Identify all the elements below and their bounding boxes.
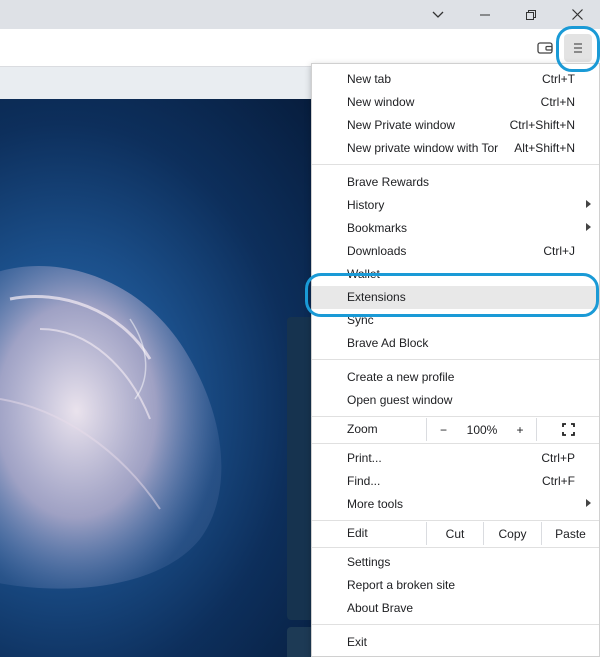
minimize-button[interactable] [462,0,508,29]
menu-item-label: Exit [347,635,368,649]
menu-separator [312,520,599,521]
highlight-ring-extensions [305,273,599,317]
highlight-ring-menu-button [556,26,600,72]
menu-row-zoom: Zoom − 100% + [312,418,599,441]
zoom-out-button[interactable]: − [426,418,460,441]
submenu-arrow-icon [586,200,591,208]
menu-item-more-tools[interactable]: More tools [312,493,599,516]
copy-button[interactable]: Copy [483,522,541,545]
tab-search-button[interactable] [415,0,461,29]
menu-item-guest-window[interactable]: Open guest window [312,389,599,412]
title-bar [0,0,600,29]
shortcut-label: Ctrl+P [541,451,575,465]
menu-item-settings[interactable]: Settings [312,551,599,574]
menu-item-about-brave[interactable]: About Brave [312,597,599,620]
menu-item-label: Report a broken site [347,578,456,592]
restore-button[interactable] [508,0,554,29]
menu-item-exit[interactable]: Exit [312,631,599,654]
menu-item-label: New private window with Tor [347,141,499,155]
shortcut-label: Ctrl+N [540,95,575,109]
jellyfish-background-image [0,99,312,657]
menu-item-new-tor-window[interactable]: New private window with Tor Alt+Shift+N [312,137,599,160]
menu-item-find[interactable]: Find... Ctrl+F [312,470,599,493]
menu-item-label: New tab [347,72,392,86]
app-menu: New tab Ctrl+T New window Ctrl+N New Pri… [311,63,600,657]
wallet-button[interactable] [531,34,559,62]
minimize-icon [480,14,490,15]
fullscreen-button[interactable] [536,418,599,441]
menu-item-label: New Private window [347,118,456,132]
menu-item-label: About Brave [347,601,414,615]
cut-button[interactable]: Cut [426,522,483,545]
menu-item-brave-rewards[interactable]: Brave Rewards [312,171,599,194]
shortcut-label: Ctrl+J [543,244,575,258]
fullscreen-icon [561,423,575,436]
zoom-in-button[interactable]: + [504,418,536,441]
menu-item-bookmarks[interactable]: Bookmarks [312,217,599,240]
menu-item-create-profile[interactable]: Create a new profile [312,366,599,389]
zoom-label: Zoom [347,422,378,436]
menu-item-new-window[interactable]: New window Ctrl+N [312,91,599,114]
shortcut-label: Alt+Shift+N [510,141,575,155]
menu-item-history[interactable]: History [312,194,599,217]
menu-separator [312,443,599,444]
menu-item-label: New window [347,95,415,109]
menu-item-label: Bookmarks [347,221,408,235]
menu-item-brave-ad-block[interactable]: Brave Ad Block [312,332,599,355]
browser-toolbar [0,29,600,67]
submenu-arrow-icon [586,223,591,231]
menu-item-label: Brave Ad Block [347,336,429,350]
shortcut-label: Ctrl+T [542,72,575,86]
chevron-down-icon [432,11,444,18]
close-icon [571,9,583,20]
zoom-level-value: 100% [466,422,498,437]
menu-item-new-tab[interactable]: New tab Ctrl+T [312,68,599,91]
menu-item-label: History [347,198,385,212]
menu-item-label: Print... [347,451,382,465]
edit-label: Edit [347,526,368,540]
menu-item-label: Settings [347,555,391,569]
menu-item-label: Find... [347,474,381,488]
paste-button[interactable]: Paste [541,522,599,545]
restore-icon [526,9,536,20]
menu-separator [312,547,599,548]
menu-item-report-broken-site[interactable]: Report a broken site [312,574,599,597]
menu-separator [312,416,599,417]
menu-item-new-private-window[interactable]: New Private window Ctrl+Shift+N [312,114,599,137]
shortcut-label: Ctrl+Shift+N [509,118,575,132]
menu-separator [312,359,599,360]
menu-item-label: Open guest window [347,393,453,407]
menu-separator [312,624,599,625]
menu-item-downloads[interactable]: Downloads Ctrl+J [312,240,599,263]
menu-item-label: Brave Rewards [347,175,430,189]
close-button[interactable] [554,0,600,29]
wallet-icon [537,42,553,54]
menu-item-print[interactable]: Print... Ctrl+P [312,447,599,470]
menu-item-label: Create a new profile [347,370,455,384]
menu-item-label: Downloads [347,244,407,258]
shortcut-label: Ctrl+F [542,474,575,488]
menu-separator [312,164,599,165]
menu-item-label: More tools [347,497,404,511]
menu-row-edit: Edit Cut Copy Paste [312,522,599,545]
jellyfish-illustration [0,266,222,589]
submenu-arrow-icon [586,499,591,507]
